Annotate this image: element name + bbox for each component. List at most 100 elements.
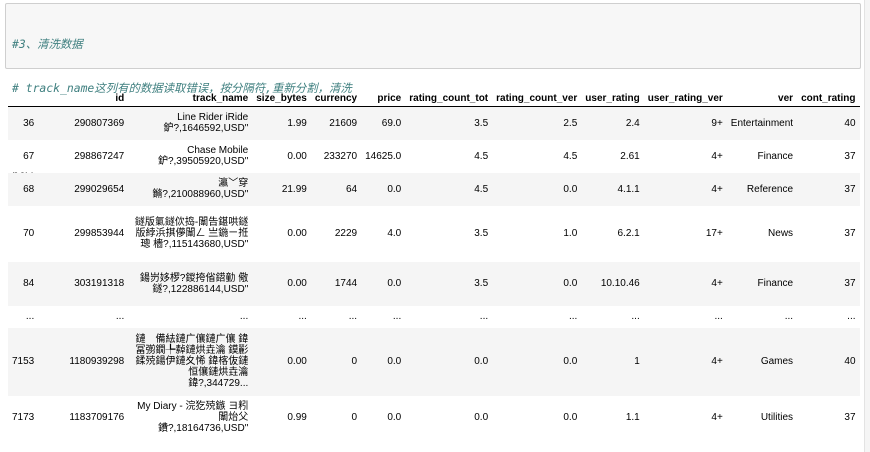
table-cell: ... — [115, 311, 125, 322]
table-cell: ... — [392, 311, 402, 322]
table-cell: 0.00 — [287, 150, 307, 162]
table-cell: 鐩版氭鐩佽捣-闈告鍖哄鐩版綍浜掑儚闈ㄥ 亗鍦ㄧ拰璁 檣?,115143680,U… — [134, 217, 249, 250]
table-cell: 37 — [844, 183, 856, 195]
row-index: 7173 — [12, 412, 35, 423]
column-header: track_name — [128, 90, 253, 107]
table-cell: 3.5 — [474, 117, 489, 129]
table-cell: Entertainment — [730, 117, 794, 129]
table-cell: 0.00 — [287, 356, 307, 367]
row-index: 67 — [23, 150, 35, 162]
table-cell: 64 — [345, 183, 358, 195]
table-cell: ... — [714, 311, 723, 322]
table-row: 68 299029654 瀛﹀穿 鏅?,210088960,USD" 21.99… — [8, 172, 860, 206]
table-cell: 4.5 — [474, 183, 489, 195]
column-header: size_bytes — [252, 90, 311, 107]
table-cell: 4.5 — [474, 150, 489, 162]
table-row: 7173 1183709176 My Diary - 浣犵殑鏃 ヨ粌闈炲父 鐨?… — [8, 396, 860, 440]
column-header: ver — [726, 90, 798, 107]
table-cell: 4+ — [711, 356, 723, 367]
table-cell: 298867247 — [74, 150, 125, 162]
table-cell: 鏈 備紶鏈广儴鏈广儴 鍏冨彅鐗╄繛鏈烘垚瀹 鏌彲鍒殑鍚伊鏈夊悕 鍏楁伖鏈恒儴鏈烘… — [135, 334, 249, 389]
table-cell: 3.5 — [474, 278, 489, 289]
table-cell: 瀛﹀穿 鏅?,210088960,USD" — [152, 178, 249, 200]
table-cell: ... — [784, 311, 794, 322]
table-cell: 0.0 — [563, 183, 578, 195]
table-cell: 40 — [844, 356, 856, 367]
table-cell: 0.0 — [387, 278, 402, 289]
code-cell[interactable]: #3、清洗数据 # track_name这列有的数据读取错误，按分隔符,重新分割… — [5, 3, 861, 182]
table-body: 36 290807369 Line Rider iRide 鈩?,1646592… — [8, 106, 860, 440]
table-row: 36 290807369 Line Rider iRide 鈩?,1646592… — [8, 106, 860, 140]
row-index: 84 — [23, 278, 35, 289]
table-cell: 1.1 — [625, 412, 640, 423]
table-cell: ... — [298, 311, 307, 322]
table-cell: Finance — [757, 150, 794, 162]
table-cell: 303191318 — [74, 278, 125, 289]
table-cell: 2229 — [334, 228, 358, 239]
table-cell: 4+ — [711, 183, 723, 195]
table-cell: 40 — [844, 117, 856, 129]
table-cell: Finance — [757, 278, 794, 289]
column-header: user_rating — [581, 90, 644, 107]
table-cell: 10.10.46 — [600, 278, 640, 289]
column-header: rating_count_tot — [405, 90, 493, 107]
table-cell: Utilities — [760, 412, 794, 423]
table-cell: 0.0 — [563, 356, 578, 367]
table-cell: 1 — [634, 356, 640, 367]
table-cell: 2.4 — [625, 117, 640, 129]
table-cell: 69.0 — [381, 117, 402, 129]
table-cell: 21.99 — [281, 183, 307, 195]
table-cell: 21609 — [329, 117, 358, 129]
table-cell: ... — [348, 311, 358, 322]
table-row: 70 299853944 鐩版氭鐩佽捣-闈告鍖哄鐩版綍浜掑儚闈ㄥ 亗鍦ㄧ拰璁 檣… — [8, 206, 860, 262]
table-cell: 290807369 — [74, 117, 125, 129]
column-header: rating_count_ver — [492, 90, 582, 107]
table-cell: 1744 — [334, 278, 358, 289]
code-line-1: #3、清洗数据 — [12, 37, 472, 52]
table-cell: 0.0 — [563, 412, 578, 423]
table-cell: 0.00 — [287, 228, 307, 239]
table-header: id track_name size_bytes currency price … — [8, 90, 860, 107]
table-cell: 1.99 — [287, 117, 307, 129]
table-cell: 299853944 — [74, 228, 125, 239]
column-header — [8, 90, 39, 107]
table-cell: Chase Mobile 鈩?,39505920,USD" — [157, 145, 249, 167]
table-cell: ... — [568, 311, 578, 322]
table-cell: ... — [479, 311, 489, 322]
table-cell: 2.5 — [563, 117, 578, 129]
table-cell: 0.00 — [287, 278, 307, 289]
table-cell: Games — [760, 356, 794, 367]
table-cell: 2.61 — [620, 150, 640, 162]
table-cell: 9+ — [711, 117, 723, 129]
code-comment: #3、清洗数据 — [12, 37, 83, 51]
column-header: user_rating_ver — [643, 90, 727, 107]
row-index: 36 — [23, 117, 35, 129]
table-cell: 0.0 — [474, 412, 489, 423]
table-cell: 0.0 — [563, 278, 578, 289]
table-cell: 4+ — [711, 150, 723, 162]
table-cell: 4+ — [711, 278, 723, 289]
row-index: 70 — [23, 228, 35, 239]
scrollbar[interactable] — [864, 0, 870, 452]
table-cell: 0 — [351, 412, 358, 423]
table-cell: 1.0 — [563, 228, 578, 239]
table-cell: My Diary - 浣犵殑鏃 ヨ粌闈炲父 鐨?,18164736,USD" — [137, 401, 249, 434]
table-cell: 37 — [844, 412, 856, 423]
table-cell: 17+ — [705, 228, 723, 239]
table-cell: 0.0 — [387, 412, 402, 423]
table-cell: ... — [239, 311, 249, 322]
table-cell: 233270 — [323, 150, 358, 162]
table-row: 67 298867247 Chase Mobile 鈩?,39505920,US… — [8, 140, 860, 173]
table-cell: News — [768, 228, 794, 239]
table-cell: 0.0 — [474, 356, 489, 367]
header-row: id track_name size_bytes currency price … — [8, 90, 860, 107]
table-cell: 0.0 — [387, 183, 402, 195]
table-cell: 4.5 — [563, 150, 578, 162]
table-cell: 鍚岃姼椤?鍐挎偗鍣勭 儆 鐩?,122886144,USD" — [139, 272, 249, 295]
table-cell: 14625.0 — [365, 150, 402, 162]
table-cell: 0 — [351, 356, 358, 367]
table-cell: 4+ — [711, 412, 723, 423]
table-cell: 4.1.1 — [617, 183, 640, 195]
table-cell: Line Rider iRide 鈩?,1646592,USD" — [163, 112, 249, 135]
table-row-ellipsis: ... ... ... ... ... ... ... ... ... ... … — [8, 306, 860, 328]
